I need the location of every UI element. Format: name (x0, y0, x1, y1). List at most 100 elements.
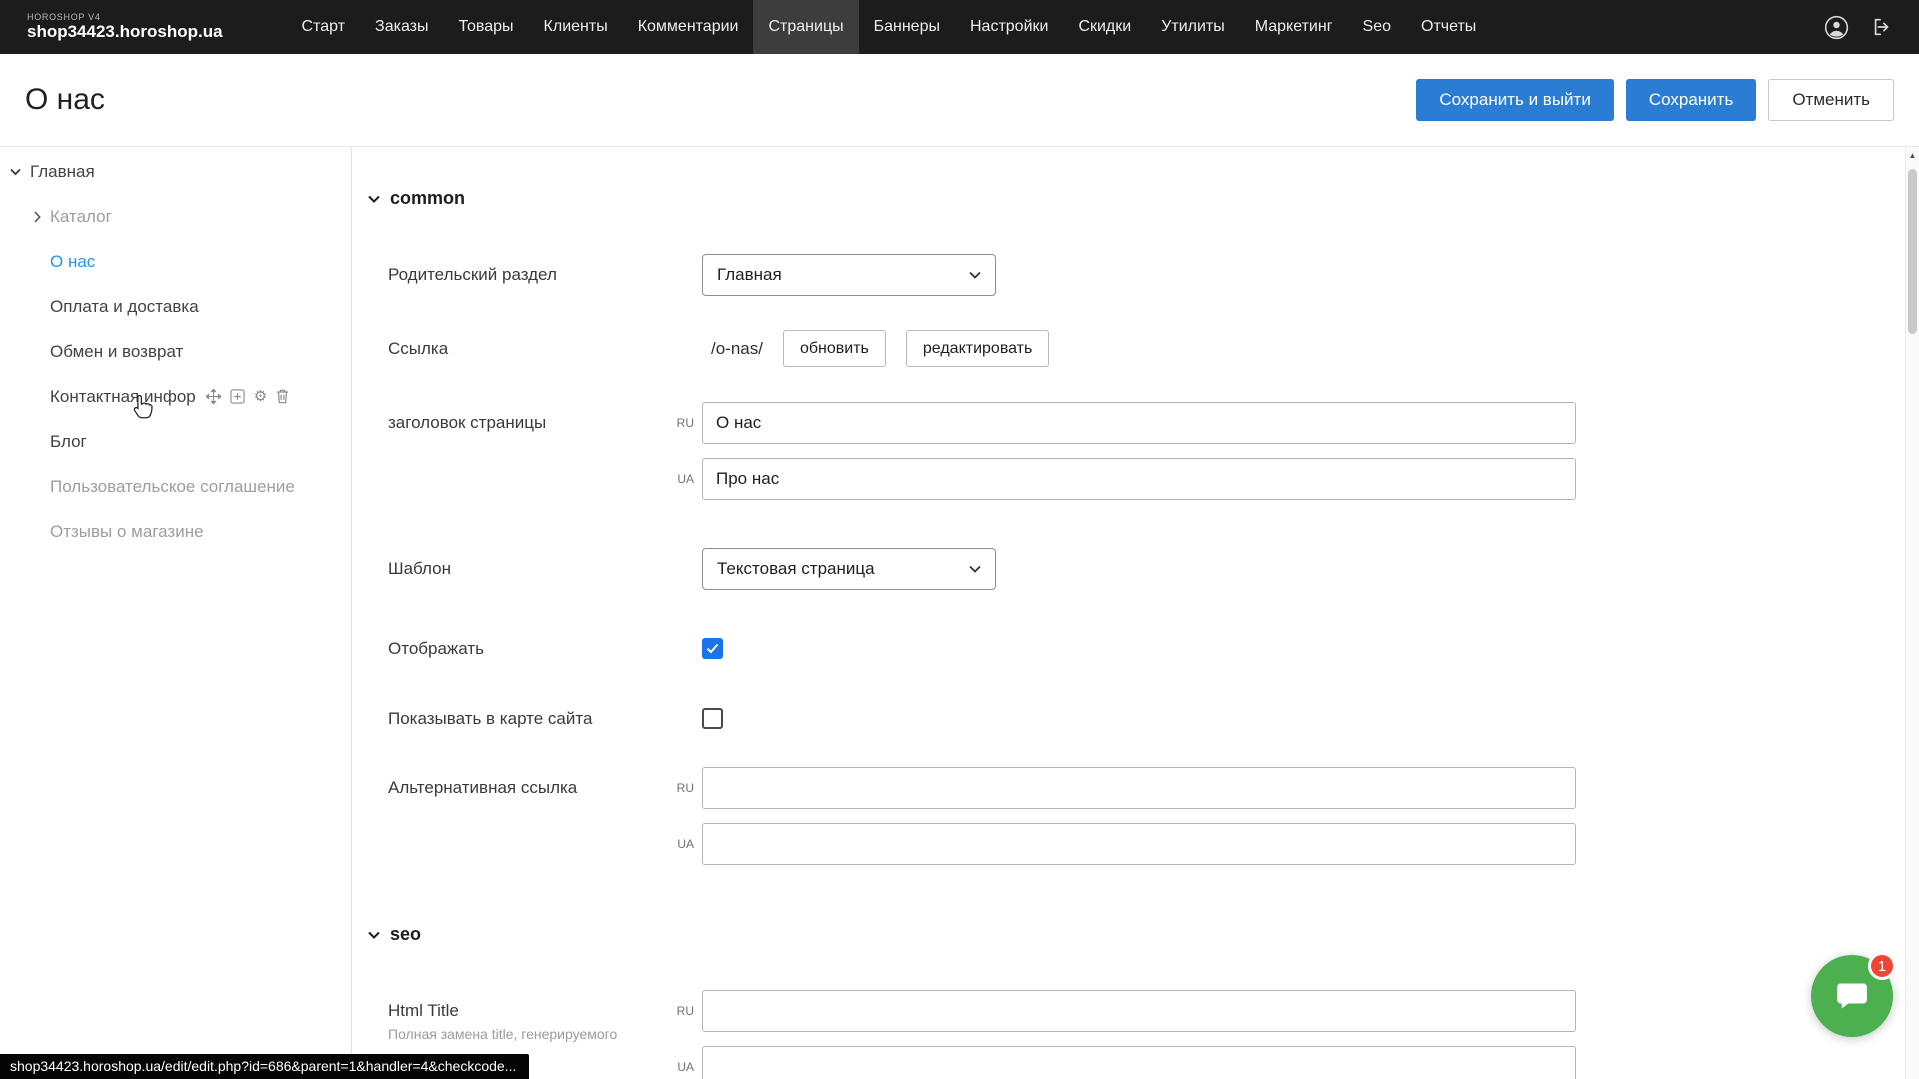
scroll-up-arrow[interactable]: ▲ (1906, 147, 1919, 163)
display-label: Отображать (388, 638, 702, 659)
refresh-link-button[interactable]: обновить (783, 330, 886, 367)
link-path: /o-nas/ (702, 339, 763, 359)
html-title-hint: Полная замена title, генерируемого (388, 1026, 702, 1044)
trash-icon[interactable] (276, 389, 289, 404)
brand-version: HOROSHOP V4 (27, 12, 223, 22)
sidebar-item-catalog[interactable]: Каталог (0, 194, 351, 239)
sidebar-item-home[interactable]: Главная (0, 149, 351, 194)
page-title: О нас (25, 83, 105, 117)
sidebar-item-label: Блог (50, 432, 87, 452)
chat-unread-badge: 1 (1868, 952, 1896, 980)
template-select[interactable]: Текстовая страница (702, 548, 996, 590)
lang-ua-tag: UA (668, 472, 694, 486)
sidebar-item-label: Контактная инфор (50, 387, 196, 407)
nav-item-settings[interactable]: Настройки (955, 0, 1063, 54)
nav-item-utilities[interactable]: Утилиты (1146, 0, 1240, 54)
section-title: common (390, 188, 465, 209)
alt-link-ru-input[interactable] (702, 767, 1576, 809)
nav-item-products[interactable]: Товары (444, 0, 529, 54)
chevron-down-icon (969, 271, 981, 279)
sidebar-item-label: Оплата и доставка (50, 297, 199, 317)
user-account-icon[interactable] (1824, 15, 1849, 40)
sidebar-item-label: Пользовательское соглашение (50, 477, 295, 497)
sidebar-item-user-agreement[interactable]: Пользовательское соглашение (0, 464, 351, 509)
nav-item-reports[interactable]: Отчеты (1406, 0, 1491, 54)
lang-ru-tag: RU (668, 416, 694, 430)
html-title-label: Html Title (388, 1001, 702, 1021)
cancel-button[interactable]: Отменить (1768, 79, 1894, 121)
sidebar-item-label: Главная (30, 162, 95, 182)
section-title: seo (390, 924, 421, 945)
status-url-tooltip: shop34423.horoshop.ua/edit/edit.php?id=6… (0, 1054, 529, 1079)
sidebar-item-label: О нас (50, 252, 95, 272)
nav-item-discounts[interactable]: Скидки (1063, 0, 1146, 54)
nav-item-pages[interactable]: Страницы (753, 0, 858, 54)
nav-item-marketing[interactable]: Маркетинг (1240, 0, 1348, 54)
nav-item-orders[interactable]: Заказы (360, 0, 443, 54)
select-value: Текстовая страница (717, 559, 969, 579)
chevron-down-icon (969, 565, 981, 573)
save-button[interactable]: Сохранить (1626, 79, 1756, 121)
template-label: Шаблон (388, 548, 702, 590)
lang-ru-tag: RU (668, 1004, 694, 1018)
sidebar-item-store-reviews[interactable]: Отзывы о магазине (0, 509, 351, 554)
sidebar-item-contact-info[interactable]: Контактная инфор ⚙ (0, 374, 351, 419)
sidebar-item-payment-delivery[interactable]: Оплата и доставка (0, 284, 351, 329)
parent-section-label: Родительский раздел (388, 254, 702, 296)
sitemap-label: Показывать в карте сайта (388, 708, 702, 729)
scrollbar-thumb[interactable] (1908, 169, 1917, 334)
parent-section-row: Родительский раздел Главная (353, 254, 1904, 296)
pages-tree-sidebar: Главная Каталог О нас Оплата и доставка … (0, 147, 352, 1079)
sidebar-item-label: Отзывы о магазине (50, 522, 204, 542)
section-common[interactable]: common (368, 188, 1904, 209)
page-title-ua-input[interactable] (702, 458, 1576, 500)
sidebar-item-blog[interactable]: Блог (0, 419, 351, 464)
brand-domain: shop34423.horoshop.ua (27, 22, 223, 42)
lang-ua-tag: UA (668, 837, 694, 851)
alt-link-row: Альтернативная ссылка RU UA (353, 767, 1904, 865)
html-title-row: Html Title Полная замена title, генериру… (353, 990, 1904, 1079)
chat-widget-button[interactable]: 1 (1811, 955, 1893, 1037)
header-actions: Сохранить и выйти Сохранить Отменить (1416, 79, 1894, 121)
gear-icon[interactable]: ⚙ (254, 389, 267, 404)
topbar-right (1824, 0, 1893, 54)
tree-item-actions: ⚙ (206, 389, 289, 404)
topbar: HOROSHOP V4 shop34423.horoshop.ua Старт … (0, 0, 1919, 54)
page-header: О нас Сохранить и выйти Сохранить Отмени… (0, 54, 1919, 147)
sidebar-item-about[interactable]: О нас (0, 239, 351, 284)
page-edit-form: common Родительский раздел Главная Ссылк… (353, 147, 1904, 1079)
nav-item-banners[interactable]: Баннеры (859, 0, 955, 54)
sidebar-item-label: Обмен и возврат (50, 342, 183, 362)
sidebar-item-exchange-return[interactable]: Обмен и возврат (0, 329, 351, 374)
display-row: Отображать (353, 638, 1904, 659)
nav-item-comments[interactable]: Комментарии (623, 0, 754, 54)
select-value: Главная (717, 265, 969, 285)
display-checkbox[interactable] (702, 638, 723, 659)
sidebar-item-label: Каталог (50, 207, 112, 227)
chevron-down-icon (368, 195, 380, 203)
html-title-ua-input[interactable] (702, 1046, 1576, 1079)
chevron-right-icon (34, 211, 41, 223)
top-nav: Старт Заказы Товары Клиенты Комментарии … (287, 0, 1492, 54)
section-seo[interactable]: seo (368, 924, 1904, 945)
nav-item-clients[interactable]: Клиенты (529, 0, 623, 54)
nav-item-seo[interactable]: Seo (1348, 0, 1406, 54)
chat-bubble-icon (1832, 976, 1872, 1016)
html-title-ru-input[interactable] (702, 990, 1576, 1032)
alt-link-ua-input[interactable] (702, 823, 1576, 865)
link-row: Ссылка /o-nas/ обновить редактировать (353, 330, 1904, 367)
brand[interactable]: HOROSHOP V4 shop34423.horoshop.ua (27, 0, 223, 54)
move-icon[interactable] (206, 389, 221, 404)
chevron-down-icon (10, 168, 21, 176)
page-title-ru-input[interactable] (702, 402, 1576, 444)
edit-link-button[interactable]: редактировать (906, 330, 1049, 367)
sitemap-row: Показывать в карте сайта (353, 708, 1904, 729)
scrollbar[interactable]: ▲ (1905, 147, 1919, 1079)
parent-section-select[interactable]: Главная (702, 254, 996, 296)
template-row: Шаблон Текстовая страница (353, 548, 1904, 590)
sitemap-checkbox[interactable] (702, 708, 723, 729)
nav-item-start[interactable]: Старт (287, 0, 360, 54)
save-and-exit-button[interactable]: Сохранить и выйти (1416, 79, 1613, 121)
logout-icon[interactable] (1871, 16, 1893, 38)
add-page-icon[interactable] (230, 389, 245, 404)
